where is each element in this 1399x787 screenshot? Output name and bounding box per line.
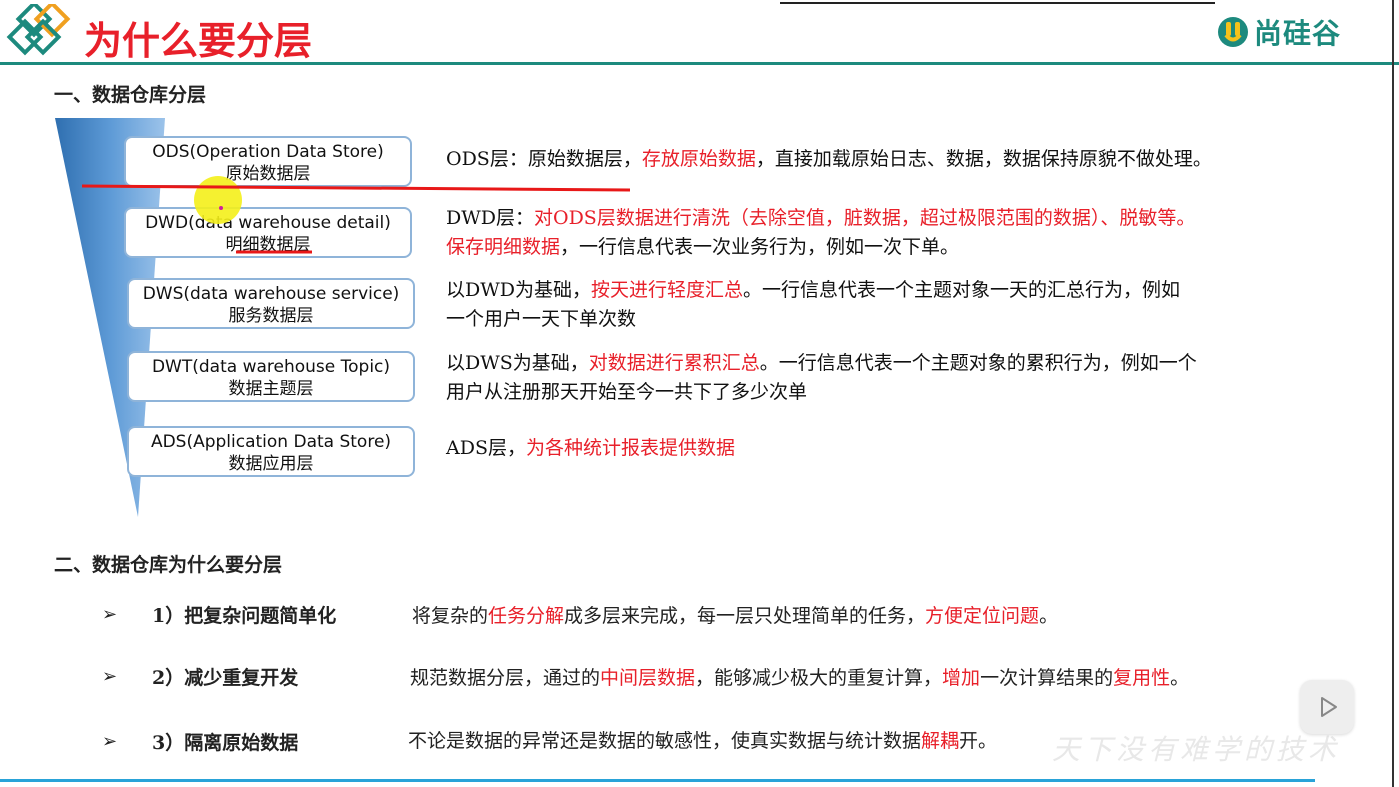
- section2-heading: 二、数据仓库为什么要分层: [54, 554, 283, 576]
- reason-label: 3）隔离原始数据: [152, 732, 299, 754]
- play-button[interactable]: [1300, 680, 1354, 734]
- reason-text: 将复杂的任务分解成多层来完成，每一层只处理简单的任务，方便定位问题。: [412, 605, 1059, 627]
- desc-dwd: DWD层：对ODS层数据进行清洗（去除空值，脏数据，超过极限范围的数据）、脱敏等…: [446, 207, 1196, 258]
- reason-text: 不论是数据的异常还是数据的敏感性，使真实数据与统计数据解耦开。: [408, 730, 998, 752]
- footer-divider: [0, 779, 1315, 782]
- play-icon: [1321, 697, 1337, 717]
- desc-ods: ODS层：原始数据层，存放原始数据，直接加载原始日志、数据，数据保持原貌不做处理…: [446, 148, 1212, 170]
- reason-label: 1）把复杂问题简单化: [152, 605, 337, 627]
- watermark: 天下没有难学的技术: [1052, 733, 1341, 766]
- bullet-arrow-icon: ➢: [102, 604, 118, 625]
- reason-label: 2）减少重复开发: [152, 667, 299, 689]
- desc-ads: ADS层，为各种统计报表提供数据: [446, 437, 735, 459]
- desc-dws: 以DWD为基础，按天进行轻度汇总。一行信息代表一个主题对象一天的汇总行为，例如一…: [446, 279, 1181, 330]
- bullet-arrow-icon: ➢: [102, 731, 118, 752]
- desc-dwt: 以DWS为基础，对数据进行累积汇总。一行信息代表一个主题对象的累积行为，例如一个…: [446, 352, 1197, 403]
- reason-text: 规范数据分层，通过的中间层数据，能够减少极大的重复计算，增加一次计算结果的复用性…: [410, 667, 1190, 689]
- bullet-arrow-icon: ➢: [102, 666, 118, 687]
